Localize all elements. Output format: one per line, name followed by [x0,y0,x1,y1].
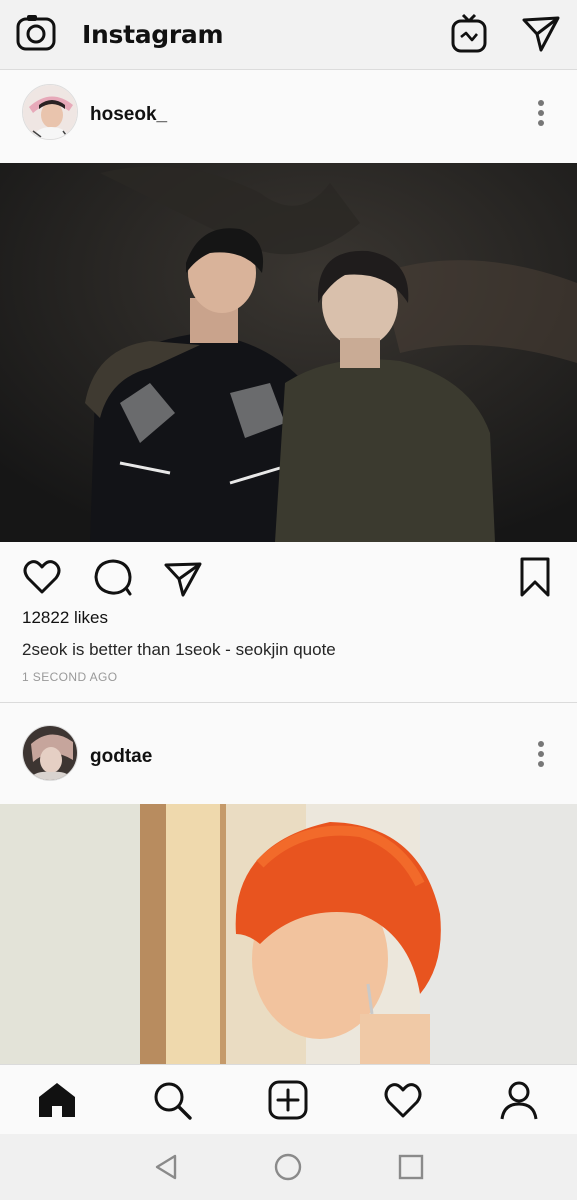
recents-icon[interactable] [396,1152,426,1182]
camera-icon[interactable] [14,12,58,56]
add-post-icon[interactable] [267,1079,309,1121]
share-icon[interactable] [163,560,203,598]
more-options-icon[interactable] [533,739,549,769]
activity-heart-icon[interactable] [382,1079,424,1121]
likes-count[interactable]: 12822 likes [22,608,108,628]
post-caption: 2seok is better than 1seok - seokjin quo… [22,640,336,659]
avatar[interactable] [22,84,78,140]
app-title: Instagram [82,20,224,49]
bookmark-icon[interactable] [519,556,551,598]
top-bar: Instagram [0,0,577,70]
home-circle-icon[interactable] [273,1152,303,1182]
home-icon[interactable] [36,1079,78,1121]
android-navigation-bar [0,1134,577,1200]
profile-icon[interactable] [498,1079,540,1121]
post-timestamp: 1 SECOND AGO [22,670,118,684]
post-username[interactable]: godtae [90,746,152,768]
direct-message-icon[interactable] [521,14,561,54]
post-header: hoseok_ [0,72,577,162]
post-photo[interactable] [0,804,577,1064]
comment-icon[interactable] [93,558,133,596]
avatar[interactable] [22,725,78,781]
instagram-feed-screen: Instagram hoseok_ 12822 likes 2seok is b… [0,0,577,1200]
heart-icon[interactable] [22,558,62,596]
back-icon[interactable] [151,1152,181,1182]
post-username[interactable]: hoseok_ [90,104,167,126]
more-options-icon[interactable] [533,98,549,128]
post-actions: 12822 likes 2seok is better than 1seok -… [0,542,577,702]
post-photo[interactable] [0,163,577,542]
post-divider [0,702,577,703]
search-icon[interactable] [151,1079,193,1121]
igtv-icon[interactable] [450,12,488,54]
bottom-navigation [0,1064,577,1134]
post-header: godtae [0,712,577,802]
